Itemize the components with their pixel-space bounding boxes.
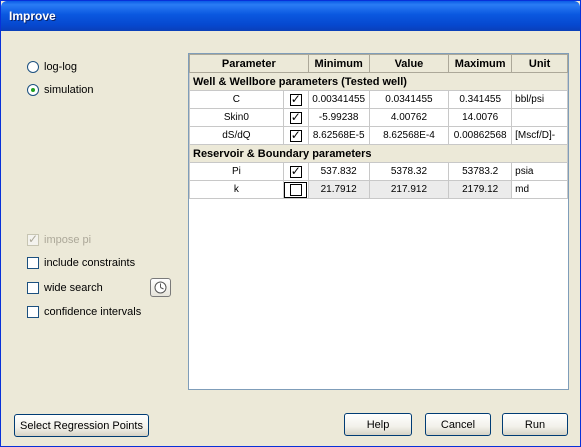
value-cell[interactable]: 5378.32 <box>368 162 450 181</box>
param-fit-checkbox[interactable]: ✓ <box>282 90 309 109</box>
wide-search-label: wide search <box>44 282 103 294</box>
table-row: Skin0 ✓ -5.99238 4.00762 14.0076 <box>189 108 568 127</box>
param-name: dS/dQ <box>189 126 284 145</box>
parameter-grid[interactable]: Parameter Minimum Value Maximum Unit Wel… <box>188 53 569 390</box>
table-row: Pi ✓ 537.832 5378.32 53783.2 psia <box>189 162 568 181</box>
improve-dialog: Improve log-log simulation ✓ impose pi i… <box>0 0 581 447</box>
header-row: Parameter Minimum Value Maximum Unit <box>189 54 568 73</box>
window-title: Improve <box>9 9 56 23</box>
value-cell[interactable]: 8.62568E-4 <box>368 126 450 145</box>
param-fit-checkbox[interactable]: ✓ <box>282 126 309 145</box>
include-constraints-checkbox[interactable]: include constraints <box>27 257 135 269</box>
header-unit: Unit <box>511 54 568 73</box>
minimum-cell[interactable]: 0.00341455 <box>307 90 370 109</box>
wide-search-checkbox[interactable]: wide search <box>27 282 103 294</box>
help-button[interactable]: Help <box>344 413 412 436</box>
run-label: Run <box>524 418 546 431</box>
confidence-intervals-checkbox[interactable]: confidence intervals <box>27 306 141 318</box>
group-row: Reservoir & Boundary parameters <box>189 144 568 163</box>
checkbox-box <box>27 257 39 269</box>
maximum-cell[interactable]: 0.341455 <box>448 90 513 109</box>
table-row: k 21.7912 217.912 2179.12 md <box>189 180 568 199</box>
checkbox-box <box>27 282 39 294</box>
help-label: Help <box>366 418 390 431</box>
unit-cell: md <box>511 180 568 199</box>
impose-pi-checkbox[interactable]: ✓ impose pi <box>27 232 92 246</box>
group-title: Reservoir & Boundary parameters <box>189 144 568 163</box>
group-row: Well & Wellbore parameters (Tested well) <box>189 72 568 91</box>
run-button[interactable]: Run <box>502 413 568 436</box>
group-title: Well & Wellbore parameters (Tested well) <box>189 72 568 91</box>
value-cell[interactable]: 4.00762 <box>368 108 450 127</box>
simulation-label: simulation <box>44 84 94 96</box>
gauge-icon <box>154 281 167 294</box>
param-name: Pi <box>189 162 284 181</box>
header-minimum: Minimum <box>307 54 370 73</box>
log-log-label: log-log <box>44 61 78 73</box>
header-parameter: Parameter <box>189 54 309 73</box>
maximum-cell[interactable]: 53783.2 <box>448 162 513 181</box>
simulation-radio[interactable]: simulation <box>27 84 94 96</box>
param-name: Skin0 <box>189 108 284 127</box>
confidence-intervals-label: confidence intervals <box>44 306 142 318</box>
param-name: C <box>189 90 284 109</box>
maximum-cell[interactable]: 2179.12 <box>448 180 513 199</box>
include-constraints-label: include constraints <box>44 257 136 269</box>
parameter-table: Parameter Minimum Value Maximum Unit Wel… <box>189 54 568 199</box>
unit-cell <box>511 108 568 127</box>
title-bar: Improve <box>1 1 580 31</box>
maximum-cell[interactable]: 14.0076 <box>448 108 513 127</box>
checkbox-box <box>27 306 39 318</box>
table-row: C ✓ 0.00341455 0.0341455 0.341455 bbl/ps… <box>189 90 568 109</box>
param-fit-checkbox[interactable]: ✓ <box>282 108 309 127</box>
radio-circle <box>27 61 39 73</box>
param-fit-checkbox[interactable]: ✓ <box>282 162 309 181</box>
table-row: dS/dQ ✓ 8.62568E-5 8.62568E-4 0.00862568… <box>189 126 568 145</box>
minimum-cell[interactable]: 537.832 <box>307 162 370 181</box>
value-cell[interactable]: 0.0341455 <box>368 90 450 109</box>
unit-cell: psia <box>511 162 568 181</box>
unit-cell: bbl/psi <box>511 90 568 109</box>
minimum-cell[interactable]: -5.99238 <box>307 108 370 127</box>
cancel-button[interactable]: Cancel <box>425 413 491 436</box>
param-fit-checkbox[interactable] <box>282 180 309 199</box>
header-maximum: Maximum <box>448 54 513 73</box>
select-regression-points-button[interactable]: Select Regression Points <box>14 414 149 437</box>
impose-pi-label: impose pi <box>44 234 92 246</box>
value-cell[interactable]: 217.912 <box>368 180 450 199</box>
maximum-cell[interactable]: 0.00862568 <box>448 126 513 145</box>
header-value: Value <box>368 54 450 73</box>
minimum-cell[interactable]: 21.7912 <box>307 180 370 199</box>
wide-search-settings-button[interactable] <box>150 278 171 297</box>
minimum-cell[interactable]: 8.62568E-5 <box>307 126 370 145</box>
log-log-radio[interactable]: log-log <box>27 61 77 73</box>
cancel-label: Cancel <box>440 418 476 431</box>
select-regression-points-label: Select Regression Points <box>20 419 143 432</box>
unit-cell: [Mscf/D]- <box>511 126 568 145</box>
checkbox-box: ✓ <box>27 232 39 246</box>
radio-circle <box>27 84 39 96</box>
param-name: k <box>189 180 284 199</box>
